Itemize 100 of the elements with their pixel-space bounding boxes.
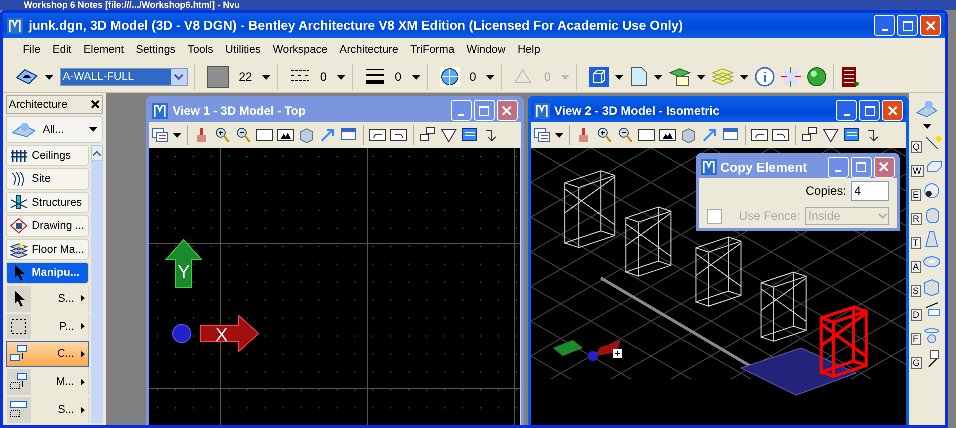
y-axis-arrow: Y (164, 239, 204, 288)
shortcut-key: R (911, 213, 922, 225)
shortcut-key: A (911, 261, 922, 273)
task-item[interactable]: Ceilings (6, 145, 89, 166)
menu-item[interactable]: Edit (46, 44, 78, 56)
menu-item[interactable]: Architecture (334, 44, 404, 56)
tool-item[interactable]: S... (6, 286, 89, 312)
building-icon[interactable] (840, 66, 860, 88)
arrow-icon[interactable] (319, 127, 337, 143)
caret-icon[interactable] (554, 132, 564, 138)
maximize-button[interactable] (897, 15, 918, 36)
submenu-arrow-icon (80, 323, 85, 330)
maximize-button[interactable] (850, 156, 872, 178)
window-swap-icon[interactable] (722, 127, 740, 143)
sphere-icon[interactable] (807, 67, 828, 87)
crosshair-icon[interactable] (781, 67, 802, 87)
level-manager-icon[interactable] (15, 68, 39, 86)
window-swap-icon[interactable] (340, 127, 358, 143)
layers-list-icon[interactable] (669, 67, 692, 87)
task-item[interactable]: Manipu... (6, 262, 89, 284)
close-icon (502, 106, 512, 116)
minimize-button[interactable] (836, 100, 857, 121)
tool-item[interactable]: C... (6, 341, 89, 368)
document-icon[interactable] (630, 67, 648, 87)
window-icon[interactable] (256, 127, 274, 143)
view-list-icon[interactable] (152, 127, 170, 143)
fit-view-icon[interactable] (277, 127, 295, 143)
task-item[interactable]: Drawing ... (6, 215, 89, 237)
caret-icon[interactable] (486, 74, 496, 80)
caret-icon[interactable] (173, 132, 182, 138)
zoom-out-icon[interactable] (235, 127, 253, 143)
solids-icon (11, 120, 37, 138)
caret-icon[interactable] (922, 124, 932, 129)
menu-item[interactable]: Utilities (220, 44, 267, 56)
task-item[interactable]: Site (6, 168, 89, 190)
level-dropdown[interactable]: A-WALL-FULL (60, 68, 188, 86)
use-fence-checkbox[interactable] (706, 208, 722, 224)
triangle-filter-icon[interactable] (440, 127, 458, 143)
redo-view-icon[interactable] (772, 127, 790, 143)
view-list-icon[interactable] (534, 127, 552, 143)
caret-icon[interactable] (740, 74, 750, 80)
copies-field[interactable]: 4 (850, 181, 889, 201)
origin-icon (172, 324, 192, 344)
minimize-button[interactable] (450, 100, 472, 121)
caret-icon[interactable] (654, 74, 664, 80)
menu-item[interactable]: Element (78, 44, 130, 56)
menu-item[interactable]: Settings (130, 44, 182, 56)
menu-item[interactable]: TriForma (404, 44, 461, 56)
zoom-out-icon[interactable] (616, 127, 635, 143)
color-swatch[interactable] (207, 66, 229, 88)
scroll-up-button[interactable] (90, 145, 103, 161)
undo-view-icon[interactable] (750, 127, 769, 143)
triangle-filter-icon[interactable] (822, 127, 840, 143)
copy-view-icon[interactable] (419, 127, 437, 143)
minimize-button[interactable] (828, 156, 849, 178)
maximize-button[interactable] (474, 100, 495, 121)
sphere-icon[interactable] (922, 182, 942, 201)
menu-item[interactable]: File (17, 44, 47, 56)
redo-view-icon[interactable] (390, 127, 408, 143)
line-weight-icon[interactable] (365, 68, 386, 86)
fit-view-icon[interactable] (658, 127, 677, 143)
caret-icon[interactable] (697, 74, 706, 80)
menu-item[interactable]: Help (512, 44, 546, 56)
cube-icon[interactable] (298, 127, 316, 143)
revolve-icon[interactable] (922, 326, 942, 345)
category-dropdown[interactable]: All... (6, 116, 103, 143)
display-settings-icon[interactable] (842, 127, 861, 143)
menu-item[interactable]: Window (460, 44, 512, 56)
caret-icon[interactable] (615, 74, 624, 80)
tool-item[interactable]: M... (6, 369, 89, 396)
display-settings-icon[interactable] (461, 127, 479, 143)
task-item[interactable]: Floor Ma... (6, 238, 89, 260)
zoom-in-icon[interactable] (214, 127, 232, 143)
info-icon[interactable] (755, 67, 776, 87)
minimize-button[interactable] (874, 15, 895, 36)
caret-icon[interactable] (89, 127, 98, 132)
copy-element-icon (10, 345, 28, 364)
task-item[interactable]: Structures (6, 192, 89, 214)
undo-view-icon[interactable] (369, 127, 387, 143)
caret-icon[interactable] (45, 74, 54, 80)
menu-item[interactable]: Workspace (266, 44, 334, 56)
maximize-icon (864, 106, 874, 116)
caret-icon[interactable] (337, 74, 346, 80)
caret-icon[interactable] (412, 74, 421, 80)
tool-item[interactable]: P... (6, 314, 89, 340)
menu-item[interactable]: Tools (182, 44, 220, 56)
maximize-button[interactable] (859, 100, 880, 121)
top-view-canvas[interactable]: Y X (149, 148, 521, 425)
window-icon[interactable] (638, 127, 656, 143)
shortcut-key: F (911, 333, 920, 345)
disabled-value: 0 (543, 70, 552, 84)
cube-icon[interactable] (680, 127, 698, 143)
copy-view-icon[interactable] (800, 127, 819, 143)
tool-item[interactable]: S... (6, 397, 89, 424)
solids-icon[interactable] (915, 99, 939, 119)
arrow-icon[interactable] (700, 127, 719, 143)
caret-icon[interactable] (262, 74, 272, 80)
cube-icon[interactable] (589, 67, 610, 87)
globe-icon[interactable] (440, 67, 460, 87)
zoom-in-icon[interactable] (596, 127, 614, 143)
